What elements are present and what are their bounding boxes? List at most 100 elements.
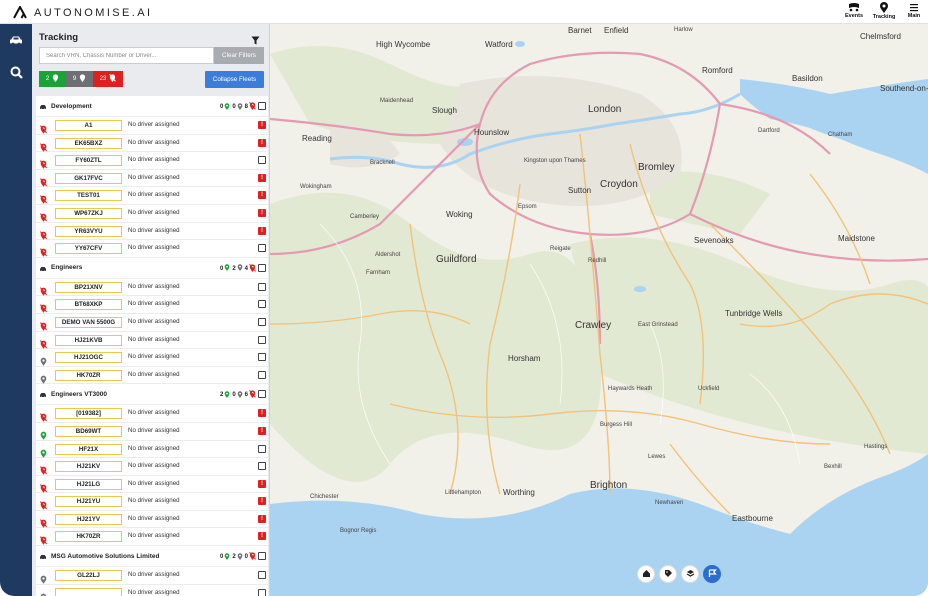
vehicle-row[interactable]: HJ21LG No driver assigned ! (36, 476, 268, 494)
status-filter-idle[interactable]: 9 (66, 71, 93, 87)
vehicle-row[interactable]: HJ21YU No driver assigned ! (36, 493, 268, 511)
vehicle-row[interactable]: [019382] No driver assigned ! (36, 405, 268, 423)
vehicle-row[interactable]: YR63VYU No driver assigned ! (36, 223, 268, 241)
vehicle-row[interactable]: WP67ZKJ No driver assigned ! (36, 205, 268, 223)
vehicle-checkbox[interactable] (258, 571, 266, 580)
vrn-badge[interactable]: TEST01 (55, 190, 122, 202)
map-label: Dartford (758, 128, 780, 134)
alert-icon[interactable]: ! (258, 514, 266, 523)
nav-events[interactable]: Events (840, 2, 868, 20)
vehicle-row[interactable]: DEMO VAN 5500G No driver assigned (36, 314, 268, 332)
vrn-badge[interactable] (55, 587, 122, 596)
vehicle-checkbox[interactable] (258, 462, 266, 471)
alert-icon[interactable]: ! (258, 497, 266, 506)
fleet-name: Engineers VT3000 (51, 390, 107, 398)
alert-icon[interactable]: ! (258, 138, 266, 147)
vehicle-checkbox[interactable] (258, 444, 266, 453)
vehicle-row[interactable]: HJ21YV No driver assigned ! (36, 511, 268, 529)
vehicle-checkbox[interactable] (258, 588, 266, 596)
alert-icon[interactable]: ! (258, 479, 266, 488)
vrn-badge[interactable]: EK65BXZ (55, 137, 122, 149)
collapse-fleets-button[interactable]: Collapse Fleets (205, 71, 264, 88)
alert-icon[interactable]: ! (258, 208, 266, 217)
vehicle-row[interactable]: No driver assigned (36, 585, 268, 596)
vrn-badge[interactable]: GK17FVC (55, 172, 122, 184)
vrn-badge[interactable]: [019382] (55, 408, 122, 420)
vehicle-row[interactable]: HK70ZR No driver assigned (36, 367, 268, 385)
fleet-checkbox[interactable] (258, 552, 266, 561)
vrn-badge[interactable]: FY60ZTL (55, 155, 122, 167)
fleet-checkbox[interactable] (258, 102, 266, 110)
geofence-map-button[interactable] (703, 565, 721, 583)
vehicle-row[interactable]: HJ21KV No driver assigned (36, 458, 268, 476)
fleet-checkbox[interactable] (258, 390, 266, 399)
alert-icon[interactable]: ! (258, 191, 266, 200)
vehicle-row[interactable]: BT68XKP No driver assigned (36, 296, 268, 314)
vrn-badge[interactable]: YY67CFV (55, 243, 122, 255)
alert-icon[interactable]: ! (258, 173, 266, 182)
vrn-badge[interactable]: GL22LJ (55, 570, 122, 582)
fleet-checkbox[interactable] (258, 263, 266, 272)
vehicle-checkbox[interactable] (258, 244, 266, 253)
vehicle-row[interactable]: YY67CFV No driver assigned (36, 240, 268, 258)
vehicle-row[interactable]: HK70ZR No driver assigned ! (36, 528, 268, 547)
status-filter-offline[interactable]: 23 (93, 71, 123, 87)
vrn-badge[interactable]: HJ21YV (55, 513, 122, 525)
vrn-badge[interactable]: WP67ZKJ (55, 207, 122, 219)
clear-filters-button[interactable]: Clear Filters (214, 47, 264, 64)
map-label: Lewes (648, 454, 666, 460)
map-label: Guildford (436, 254, 477, 265)
nav-tracking[interactable]: Tracking (870, 2, 898, 20)
vrn-badge[interactable]: BP21XNV (55, 281, 122, 293)
vehicle-row[interactable]: A1 No driver assigned ! (36, 117, 268, 135)
vehicle-checkbox[interactable] (258, 335, 266, 344)
vrn-badge[interactable]: HJ21OGC (55, 352, 122, 364)
vrn-badge[interactable]: YR63VYU (55, 225, 122, 237)
vehicle-row[interactable]: BP21XNV No driver assigned (36, 279, 268, 297)
vrn-badge[interactable]: HJ21LG (55, 478, 122, 490)
tag-map-button[interactable] (659, 565, 677, 583)
vrn-badge[interactable]: HF21X (55, 443, 122, 455)
alert-icon[interactable]: ! (258, 409, 266, 418)
vehicle-checkbox[interactable] (258, 353, 266, 362)
alert-icon[interactable]: ! (258, 226, 266, 235)
vrn-badge[interactable]: A1 (55, 120, 122, 131)
fleet-header[interactable]: Engineers VT3000 2 0 6 (36, 384, 268, 406)
vehicle-row[interactable]: FY60ZTL No driver assigned (36, 152, 268, 170)
vehicle-row[interactable]: HJ21KVB No driver assigned (36, 332, 268, 350)
vrn-badge[interactable]: BD69WT (55, 425, 122, 437)
status-filter-online[interactable]: 2 (39, 71, 66, 87)
rail-search-button[interactable] (6, 62, 26, 82)
map-view[interactable]: London Croydon Bromley Guildford Crawley… (270, 24, 928, 596)
vehicle-checkbox[interactable] (258, 300, 266, 309)
vehicle-row[interactable]: GK17FVC No driver assigned ! (36, 170, 268, 188)
vehicle-row[interactable]: TEST01 No driver assigned ! (36, 187, 268, 205)
vrn-badge[interactable]: DEMO VAN 5500G (55, 316, 122, 328)
vehicle-checkbox[interactable] (258, 282, 266, 291)
vrn-badge[interactable]: HK70ZR (55, 369, 122, 381)
vehicle-row[interactable]: BD69WT No driver assigned ! (36, 423, 268, 441)
layers-map-button[interactable] (681, 565, 699, 583)
fleet-header[interactable]: Engineers 0 2 4 (36, 257, 268, 279)
vehicle-checkbox[interactable] (258, 317, 266, 326)
search-input[interactable] (39, 47, 214, 64)
nav-main[interactable]: Main (900, 2, 928, 20)
vehicle-row[interactable]: EK65BXZ No driver assigned ! (36, 135, 268, 153)
vehicle-row[interactable]: HJ21OGC No driver assigned (36, 349, 268, 367)
vrn-badge[interactable]: HJ21KVB (55, 334, 122, 346)
alert-icon[interactable]: ! (258, 426, 266, 435)
vrn-badge[interactable]: HJ21KV (55, 461, 122, 473)
vrn-badge[interactable]: HK70ZR (55, 531, 122, 543)
vehicle-row[interactable]: HF21X No driver assigned (36, 441, 268, 459)
vehicle-checkbox[interactable] (258, 156, 266, 165)
vehicle-row[interactable]: GL22LJ No driver assigned (36, 567, 268, 585)
vehicle-checkbox[interactable] (258, 370, 266, 379)
home-map-button[interactable] (637, 565, 655, 583)
fleet-header[interactable]: Development 0 0 8 (36, 96, 268, 117)
vrn-badge[interactable]: HJ21YU (55, 496, 122, 508)
rail-vehicles-button[interactable] (6, 30, 26, 50)
vrn-badge[interactable]: BT68XKP (55, 299, 122, 311)
alert-icon[interactable]: ! (258, 532, 266, 541)
alert-icon[interactable]: ! (258, 121, 266, 129)
fleet-header[interactable]: MSG Automotive Solutions Limited 0 2 0 (36, 546, 268, 568)
